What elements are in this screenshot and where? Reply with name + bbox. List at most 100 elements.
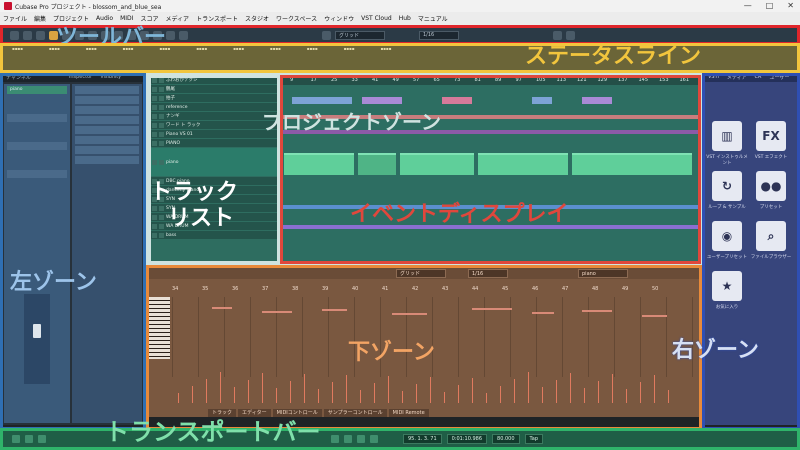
velocity-bar[interactable]	[668, 390, 669, 403]
velocity-bar[interactable]	[178, 393, 179, 403]
track-row[interactable]: danceny piano	[150, 186, 277, 194]
fader-handle[interactable]	[33, 324, 41, 338]
color-picker-button[interactable]	[553, 30, 562, 40]
mute-tool-icon[interactable]	[166, 30, 175, 40]
menu-item[interactable]: ウィンドウ	[324, 14, 354, 23]
maximize-button[interactable]: □	[766, 1, 774, 10]
media-tile-icon[interactable]: ●●	[756, 171, 786, 201]
glue-tool-icon[interactable]	[127, 30, 136, 40]
velocity-bar[interactable]	[290, 381, 291, 403]
menu-item[interactable]: トランスポート	[196, 14, 238, 23]
record-mode-button[interactable]	[62, 30, 71, 40]
velocity-bar[interactable]	[192, 386, 193, 403]
solo-button[interactable]	[159, 178, 164, 184]
velocity-bar[interactable]	[346, 375, 347, 403]
track-row[interactable]: Piano VS 01	[150, 130, 277, 138]
marker-event[interactable]	[362, 97, 402, 104]
marker-event[interactable]	[442, 97, 472, 104]
velocity-bar[interactable]	[444, 392, 445, 403]
solo-button[interactable]	[159, 140, 164, 146]
inspector-section[interactable]	[75, 86, 139, 94]
time-display[interactable]: 0:01:10.986	[446, 434, 488, 444]
velocity-bar[interactable]	[654, 375, 655, 403]
track-row[interactable]: WA DRUM	[150, 222, 277, 230]
solo-button[interactable]	[159, 196, 164, 202]
minimize-button[interactable]: —	[744, 1, 752, 10]
inspector-section[interactable]	[75, 96, 139, 104]
inspector-section[interactable]	[75, 106, 139, 114]
media-tile-icon[interactable]: ▥	[712, 121, 742, 151]
tab-user[interactable]: ユーザー	[766, 73, 794, 82]
play-button[interactable]	[357, 435, 365, 443]
velocity-bar[interactable]	[388, 376, 389, 403]
menu-item[interactable]: ワークスペース	[276, 14, 317, 23]
tempo-lane[interactable]	[282, 130, 699, 134]
grid-type-select[interactable]: グリッド	[335, 30, 385, 40]
velocity-bar[interactable]	[472, 378, 473, 403]
tap-tempo-button[interactable]: Tap	[524, 434, 544, 444]
track-row[interactable]: SYN	[150, 204, 277, 212]
lower-quantize-select[interactable]: 1/16	[468, 269, 508, 278]
track-row[interactable]: WA DRUM	[150, 213, 277, 221]
track-row[interactable]: bass	[150, 231, 277, 239]
cycle-button[interactable]	[331, 435, 339, 443]
split-tool-icon[interactable]	[114, 30, 123, 40]
reference-audio-lane[interactable]	[282, 115, 699, 119]
velocity-bar[interactable]	[374, 383, 375, 403]
synth-lane[interactable]	[282, 205, 699, 209]
channel-slot[interactable]	[7, 142, 67, 150]
solo-button[interactable]	[159, 113, 164, 119]
inspector-section[interactable]	[75, 116, 139, 124]
midi-part[interactable]	[358, 153, 396, 175]
velocity-bar[interactable]	[234, 387, 235, 403]
key-editor-ruler[interactable]: 34 35 36 37 38 39 40 41 42 43 44 45 46 47 48 49 50	[172, 286, 693, 295]
redo-button[interactable]	[36, 30, 45, 40]
tab-media[interactable]: メディア	[723, 73, 751, 82]
midi-part[interactable]	[400, 153, 474, 175]
stop-button[interactable]	[344, 435, 352, 443]
undo-button[interactable]	[23, 30, 32, 40]
mute-button[interactable]	[152, 214, 157, 220]
lower-zone-tab[interactable]: MIDI Remote	[388, 409, 429, 417]
velocity-bar[interactable]	[318, 389, 319, 403]
solo-button[interactable]	[159, 214, 164, 220]
track-row[interactable]: ワード ト ラック	[150, 121, 277, 129]
draw-tool-icon[interactable]	[179, 30, 188, 40]
mute-button[interactable]	[152, 140, 157, 146]
solo-button[interactable]	[159, 187, 164, 193]
close-button[interactable]: ✕	[787, 1, 794, 10]
velocity-bar[interactable]	[248, 380, 249, 403]
midi-note[interactable]	[212, 307, 232, 309]
midi-note[interactable]	[322, 309, 347, 311]
zoom-tool-icon[interactable]	[153, 30, 162, 40]
inspector-section[interactable]	[75, 126, 139, 134]
solo-button[interactable]	[159, 122, 164, 128]
mute-button[interactable]	[152, 131, 157, 137]
tab-vsti[interactable]: VSTi	[704, 73, 723, 82]
channel-name-field[interactable]: piano	[7, 86, 67, 94]
mute-button[interactable]	[152, 232, 157, 238]
velocity-bar[interactable]	[612, 374, 613, 403]
track-row[interactable]: 鶴尾	[150, 85, 277, 93]
inspector-section[interactable]	[75, 156, 139, 164]
velocity-bar[interactable]	[416, 384, 417, 403]
track-row[interactable]: ふわおがテクシ	[150, 76, 277, 84]
velocity-bar[interactable]	[528, 372, 529, 403]
media-tile-icon[interactable]: ★	[712, 271, 742, 301]
velocity-bar[interactable]	[598, 381, 599, 403]
lower-grid-select[interactable]: グリッド	[396, 269, 446, 278]
midi-part[interactable]	[284, 153, 354, 175]
timeline-ruler[interactable]: 9 17 25 33 41 49 57 65 73 81 89 97 105 113 121 129 137 14…	[282, 75, 699, 85]
mute-button[interactable]	[152, 122, 157, 128]
menu-item[interactable]: プロジェクト	[53, 14, 89, 23]
tempo-display[interactable]: 80.000	[492, 434, 520, 444]
media-tile-icon[interactable]: ⌕	[756, 221, 786, 251]
constrain-delay-button[interactable]	[49, 30, 58, 40]
menu-item[interactable]: メディア	[165, 14, 189, 23]
velocity-bar[interactable]	[570, 373, 571, 403]
position-display[interactable]: 95. 1. 3. 71	[403, 434, 442, 444]
velocity-bar[interactable]	[458, 385, 459, 403]
midi-note[interactable]	[532, 312, 554, 314]
solo-button[interactable]	[159, 86, 164, 92]
mute-button[interactable]	[152, 178, 157, 184]
